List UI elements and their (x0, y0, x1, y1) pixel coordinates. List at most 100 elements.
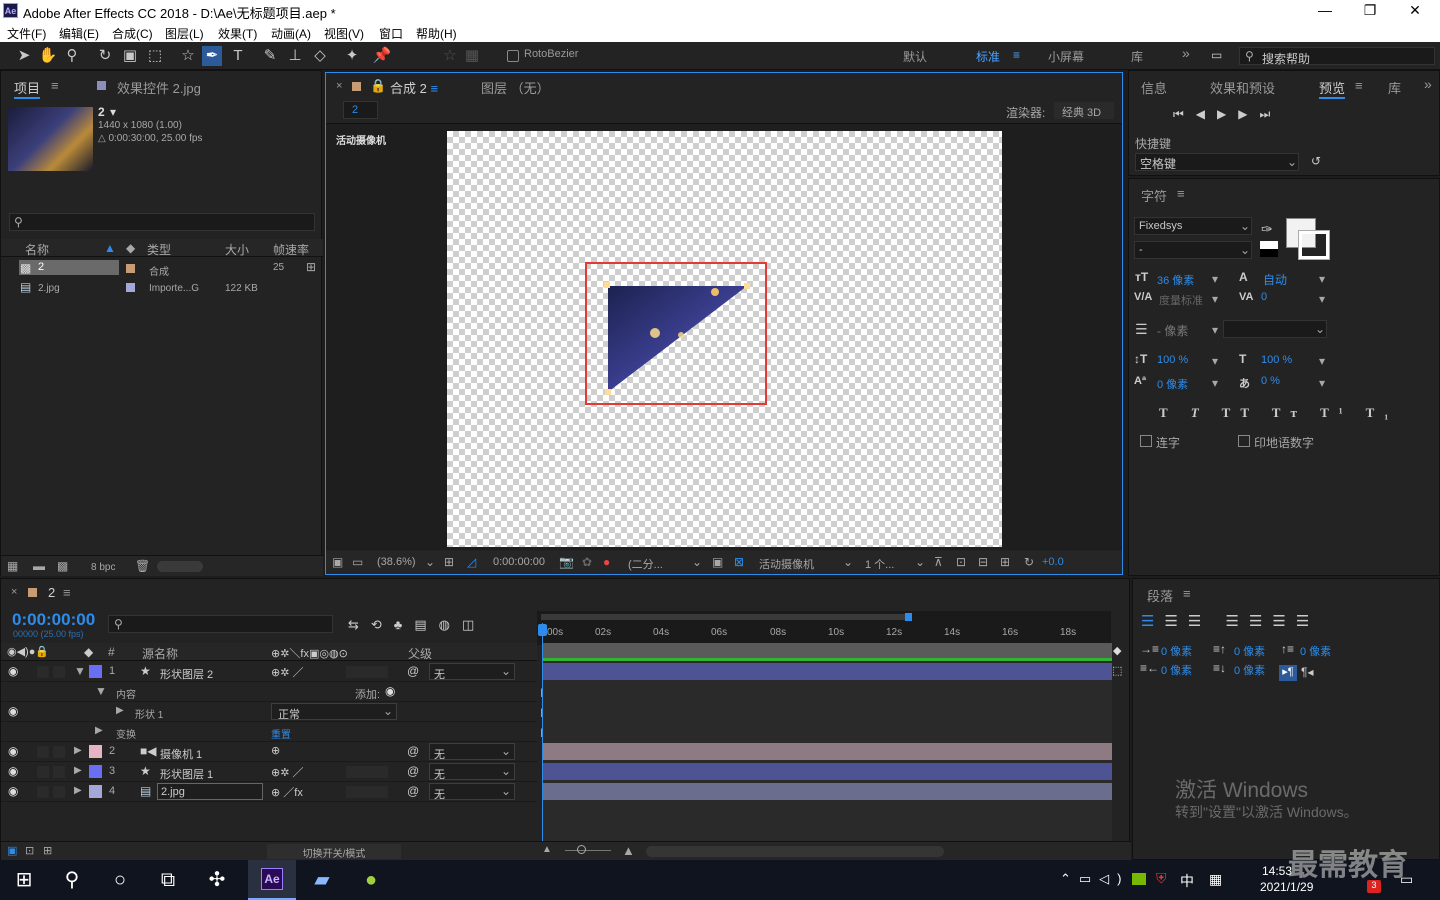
menu-composition[interactable]: 合成(C) (112, 25, 153, 42)
tab-layer[interactable]: 图层 （无） (481, 78, 550, 97)
baseline-shift-value[interactable]: 0 像素 (1157, 376, 1188, 392)
zoom-in-icon[interactable]: ▲ (622, 843, 635, 858)
chevron-down-icon[interactable]: ▾ (1319, 376, 1325, 390)
track-area[interactable]: I I I (540, 643, 1112, 841)
sort-asc-icon[interactable]: ▲ (104, 241, 116, 255)
hand-tool-icon[interactable]: ✋ (38, 46, 58, 66)
timeline-menu-icon[interactable]: ≡ (63, 585, 71, 600)
chevron-down-icon[interactable]: ⌄ (1315, 322, 1325, 336)
action-center-icon[interactable]: ▭ (1400, 871, 1413, 888)
layer-name[interactable]: 形状图层 1 (160, 766, 213, 782)
workspace-library[interactable]: 库 (1131, 48, 1143, 65)
vertical-scale-value[interactable]: 100 % (1157, 354, 1188, 366)
visibility-eye-icon[interactable]: ◉ (8, 764, 18, 778)
col-size[interactable]: 大小 (225, 241, 249, 258)
black-white-swatch[interactable] (1260, 241, 1278, 257)
sync-icon[interactable]: ▭ (1211, 48, 1222, 62)
workspace-small-screen[interactable]: 小屏幕 (1048, 48, 1084, 65)
comp-marker-icon[interactable]: ⬚ (1112, 664, 1122, 677)
ime-indicator[interactable]: 中 (1180, 871, 1194, 891)
visibility-eye-icon[interactable]: ◉ (8, 744, 18, 758)
pen-tool-icon[interactable]: ✒ (202, 46, 222, 66)
exposure-value[interactable]: +0.0 (1042, 556, 1064, 568)
col-fps[interactable]: 帧速率 (273, 241, 309, 258)
chevron-down-icon[interactable]: ⌄ (383, 704, 393, 718)
expand-toggle-icon[interactable]: ▶ (74, 745, 82, 756)
dropdown-icon[interactable]: ▾ (110, 105, 116, 119)
chevron-down-icon[interactable]: ⌄ (425, 555, 435, 569)
camera-tool-icon[interactable]: ▣ (120, 46, 140, 66)
layer-row[interactable]: ◉ ▶ 4 ▤ 2.jpg ⊕ ／fx @ 无 ⌄ (1, 782, 537, 802)
menu-animation[interactable]: 动画(A) (271, 25, 311, 42)
layer-row[interactable]: ◉ ▼ 1 ★ 形状图层 2 ⊕✲ ／ @ 无 ⌄ (1, 662, 537, 682)
always-preview-icon[interactable]: ▣ (332, 555, 343, 569)
workspace-menu-icon[interactable]: ≡ (1013, 48, 1020, 62)
menu-view[interactable]: 视图(V) (324, 25, 364, 42)
interpret-footage-icon[interactable]: ▦ (7, 559, 18, 573)
label-swatch[interactable] (89, 665, 102, 678)
chevron-down-icon[interactable]: ▾ (1319, 292, 1325, 306)
timeline-timecode[interactable]: 0:00:00:00 (12, 610, 95, 630)
nvidia-icon[interactable] (1132, 873, 1146, 885)
pickwhip-icon[interactable]: @ (407, 764, 419, 778)
timeline-search-input[interactable]: ⚲ (108, 615, 333, 633)
cortana-icon[interactable]: ○ (106, 866, 134, 894)
minimize-button[interactable]: — (1302, 2, 1348, 18)
grid-icon[interactable]: ⊞ (444, 555, 454, 569)
comp-breadcrumb[interactable]: 2 (343, 101, 378, 119)
workspace-default[interactable]: 默认 (903, 48, 927, 65)
indent-right-value[interactable]: 0 像素 (1161, 662, 1192, 678)
chevron-down-icon[interactable]: ▾ (1212, 292, 1218, 306)
mask-visibility-icon[interactable]: ◿ (467, 555, 476, 569)
layer-row[interactable]: ◉ ▶ 2 ■◀ 摄像机 1 ⊕ @ 无 ⌄ (1, 742, 537, 762)
work-area-end-handle[interactable] (905, 613, 912, 621)
eyedropper-icon[interactable]: ✑ (1261, 221, 1273, 238)
layer-switches[interactable]: ⊕ ／fx (271, 784, 303, 800)
workspace-standard[interactable]: 标准 (976, 48, 1000, 65)
shape-row[interactable]: ◉ ▶ 形状 1 正常 ⌄ (1, 702, 537, 722)
comp-menu-icon[interactable]: ≡ (430, 81, 438, 96)
renderer-select[interactable]: 经典 3D (1054, 102, 1114, 119)
reset-exposure-icon[interactable]: ↻ (1024, 555, 1034, 569)
space-before-value[interactable]: 0 像素 (1234, 643, 1265, 659)
roto-brush-tool-icon[interactable]: ✦ (342, 46, 362, 66)
menu-edit[interactable]: 编辑(E) (59, 25, 99, 42)
tray-icons[interactable]: ⌃▭◁) (1060, 871, 1130, 887)
taskbar-after-effects[interactable]: Ae (248, 860, 296, 900)
menu-window[interactable]: 窗口 (379, 25, 403, 42)
expand-toggle-icon[interactable]: ▶ (74, 785, 82, 796)
tab-library[interactable]: 库 (1388, 78, 1401, 97)
more-tabs-icon[interactable]: » (1424, 76, 1432, 92)
search-icon[interactable]: ⚲ (58, 866, 86, 894)
views-select[interactable]: 1 个... (865, 556, 894, 572)
stroke-width-value[interactable]: - 像素 (1157, 322, 1188, 339)
chevron-down-icon[interactable]: ⌄ (501, 784, 511, 798)
table-row[interactable]: ▤ 2.jpg Importe...G 122 KB (1, 278, 323, 297)
rotate-tool-icon[interactable]: ↻ (95, 46, 115, 66)
keyboard-icon[interactable]: ▦ (1209, 871, 1222, 888)
chevron-down-icon[interactable]: ⌄ (501, 664, 511, 678)
stroke-style-select[interactable] (1223, 320, 1327, 338)
lock-toggle[interactable] (53, 786, 65, 798)
pan-behind-tool-icon[interactable]: ⬚ (145, 46, 165, 66)
close-tab-icon[interactable]: × (336, 80, 342, 92)
paragraph-menu-icon[interactable]: ≡ (1183, 586, 1191, 601)
stroke-color-swatch[interactable] (1298, 230, 1330, 260)
preview-menu-icon[interactable]: ≡ (1355, 78, 1363, 93)
tab-timeline-comp[interactable]: 2 (48, 585, 55, 600)
layer-name[interactable]: 摄像机 1 (160, 746, 202, 762)
bpc-label[interactable]: 8 bpc (91, 562, 115, 573)
ltr-direction-button[interactable]: ▸¶ (1279, 665, 1297, 681)
timeline-switches[interactable]: ⇆⟲♣▤◍◫ (348, 617, 486, 633)
flowchart-icon[interactable]: ⊞ (306, 260, 316, 274)
tab-preview[interactable]: 预览 (1319, 78, 1346, 99)
comp-canvas[interactable] (447, 131, 1002, 547)
font-size-value[interactable]: 36 像素 (1157, 272, 1194, 288)
brush-tool-icon[interactable]: ✎ (260, 46, 280, 66)
mode-toggles[interactable] (346, 766, 388, 778)
timeline-scrollbar[interactable] (646, 846, 944, 857)
kerning-value[interactable]: 度量标准 (1159, 292, 1203, 308)
zoom-slider[interactable] (565, 850, 611, 851)
col-type[interactable]: 类型 (147, 241, 171, 258)
table-row[interactable]: ▩ 2 合成 25 ⊞ (1, 258, 323, 278)
